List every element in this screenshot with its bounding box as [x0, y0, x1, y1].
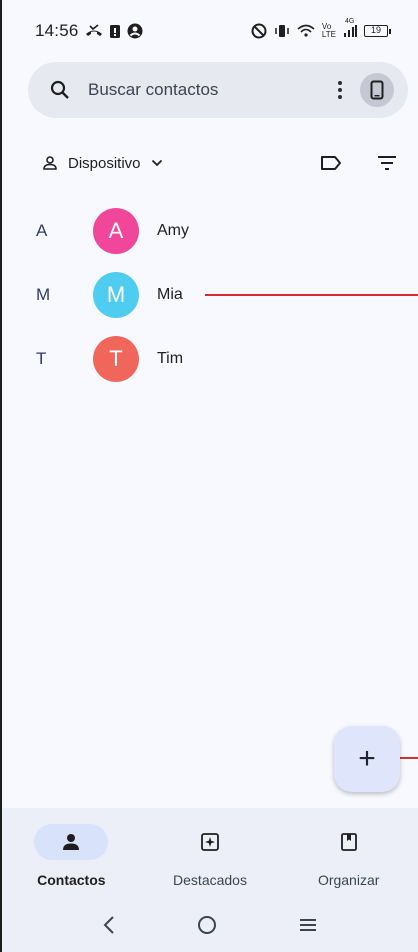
- contact-row-tim[interactable]: T T Tim: [2, 329, 418, 389]
- volte-indicator: Vo LTE: [322, 23, 336, 39]
- contact-name: Mia: [157, 286, 183, 303]
- tab-icon-wrap: [312, 824, 386, 860]
- vibrate-icon: [274, 24, 290, 38]
- recents-menu-icon[interactable]: [298, 917, 318, 933]
- account-label: Dispositivo: [68, 154, 141, 172]
- network-type-label: 4G: [345, 18, 355, 25]
- nfc-off-icon: [251, 23, 267, 39]
- contact-name: Tim: [157, 350, 184, 367]
- person-icon: [63, 834, 80, 850]
- bookmark-book-icon: [340, 833, 357, 851]
- chevron-down-icon: [151, 159, 163, 167]
- lte-label: LTE: [321, 30, 336, 39]
- tab-organizar[interactable]: Organizar: [279, 808, 418, 898]
- system-navigation-bar: [2, 898, 418, 952]
- account-circle-icon: [127, 23, 143, 39]
- battery-icon: 19: [364, 25, 391, 37]
- annotation-line: [400, 757, 418, 759]
- search-bar[interactable]: Buscar contactos: [28, 62, 408, 118]
- status-bar: 14:56 Vo LTE 4G 19: [2, 0, 418, 62]
- tab-icon-wrap: [173, 824, 247, 860]
- status-time: 14:56: [35, 21, 79, 40]
- person-outline-icon: [42, 155, 58, 171]
- back-icon[interactable]: [102, 915, 116, 935]
- search-input[interactable]: Buscar contactos: [88, 80, 218, 100]
- bottom-navigation: Contactos Destacados Organizar: [2, 808, 418, 898]
- contact-row-amy[interactable]: A A Amy: [2, 201, 418, 261]
- tab-label: Contactos: [37, 872, 106, 888]
- search-icon[interactable]: [50, 80, 70, 100]
- sim-alert-icon: [109, 24, 121, 39]
- add-contact-button[interactable]: +: [334, 726, 400, 792]
- tab-label: Organizar: [317, 872, 380, 888]
- section-letter: A: [36, 221, 48, 240]
- active-tab-indicator: [34, 824, 109, 860]
- label-icon[interactable]: [320, 155, 342, 171]
- contact-name: Amy: [157, 222, 189, 239]
- contact-avatar: M: [93, 272, 139, 318]
- signal-icon: 4G: [343, 18, 357, 38]
- section-letter: M: [36, 285, 51, 304]
- home-icon[interactable]: [197, 915, 217, 935]
- wifi-icon: [297, 24, 315, 38]
- annotation-line: [205, 294, 418, 296]
- tab-label: Destacados: [173, 872, 247, 888]
- more-options-icon[interactable]: [338, 81, 342, 99]
- account-filter-row: Dispositivo: [42, 148, 398, 178]
- filter-icon[interactable]: [376, 155, 398, 171]
- tab-contactos[interactable]: Contactos: [2, 808, 141, 898]
- star-sparkle-icon: [201, 833, 219, 851]
- section-letter: T: [36, 349, 47, 368]
- tab-destacados[interactable]: Destacados: [141, 808, 280, 898]
- screen: 14:56 Vo LTE 4G 19 Buscar contactos Disp…: [0, 0, 418, 952]
- account-selector[interactable]: Dispositivo: [42, 155, 163, 172]
- contact-avatar: T: [93, 336, 139, 382]
- phone-device-icon: [370, 80, 384, 100]
- device-account-avatar[interactable]: [360, 73, 394, 107]
- contact-avatar: A: [93, 208, 139, 254]
- missed-call-icon: [85, 24, 103, 38]
